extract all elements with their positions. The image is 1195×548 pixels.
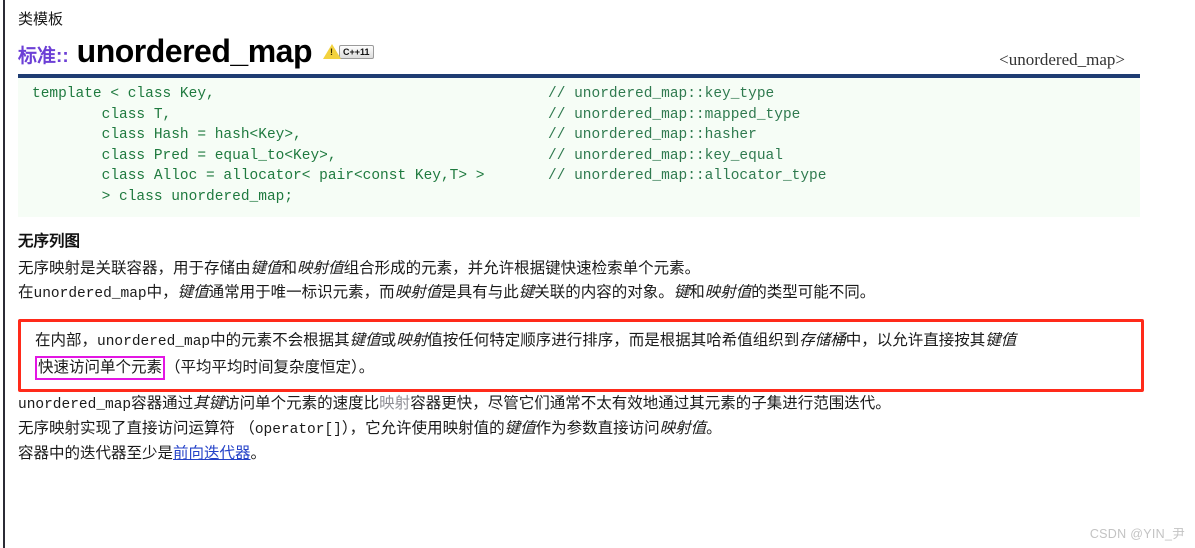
text-run: 容器更快，尽管它们通常不太有效地通过其元素的子集进行范围迭代。 [410, 395, 891, 412]
text-run: 。 [250, 445, 267, 462]
emphasis-mapped-value: 映射值 [297, 260, 344, 277]
code-comment: // unordered_map::mapped_type [548, 106, 801, 123]
text-run: 通常用于唯一标识元素，而 [208, 284, 395, 301]
code-line: class T, // unordered_map::mapped_type [32, 105, 1140, 126]
text-run: 和 [689, 284, 705, 301]
cpp-version-badge: C++11 [338, 44, 374, 59]
code-comment: // unordered_map::allocator_type [548, 168, 827, 184]
csdn-watermark: CSDN @YIN_尹 [1089, 527, 1185, 541]
text-run: 和 [281, 260, 298, 277]
emphasis-key-value: 键值 [504, 420, 536, 437]
red-annotation-box: 在内部，unordered_map中的元素不会根据其键值或映射值按任何特定顺序进… [18, 319, 1144, 392]
code-text: template < class Key, [32, 86, 215, 102]
emphasis-bucket: 存储桶 [799, 332, 846, 349]
emphasis-key-value: 键值 [250, 260, 282, 277]
page-kicker: 类模板 [18, 11, 64, 28]
code-text: class T, [32, 106, 172, 123]
paragraph-iterator: 容器中的迭代器至少是前向迭代器。 [18, 442, 1185, 466]
article-page: 类模板 标准:: unordered_map C++11 <unordered_… [0, 0, 1195, 548]
emphasis-its-key: 其键 [193, 395, 225, 412]
code-line: class Alloc = allocator< pair<const Key,… [32, 166, 1140, 187]
emphasis-key-value: 键值 [985, 332, 1017, 349]
emphasis-key: 键 [518, 284, 535, 301]
magenta-highlight-annotation: 快速访问单个元素 [35, 356, 166, 380]
code-comment: // unordered_map::hasher [548, 127, 757, 143]
paragraph-definition: 无序映射是关联容器，用于存储由键值和映射值组合形成的元素，并允许根据键快速检索单… [18, 257, 1185, 281]
text-run: 中的元素不会根据其 [210, 332, 350, 349]
text-run: 容器通过 [131, 395, 194, 412]
inline-code: unordered_map [97, 334, 211, 350]
code-line: class Hash = hash<Key>, // unordered_map… [32, 125, 1140, 146]
text-run: 关联的内容的对象。 [534, 284, 674, 301]
text-run: （平均平均时间复杂度恒定）。 [165, 359, 375, 376]
code-comment: // unordered_map::key_equal [548, 147, 783, 164]
text-run: 是具有与此 [441, 284, 519, 301]
code-text: > class unordered_map; [32, 188, 294, 205]
cpp11-badge-group: C++11 [322, 44, 374, 59]
std-namespace-prefix: 标准:: [18, 46, 69, 67]
include-header-label: <unordered_map> [999, 50, 1125, 69]
emphasis-mapped: 映射 [396, 332, 428, 349]
text-run: 在 [18, 284, 34, 301]
inline-code: unordered_map [33, 286, 147, 302]
emphasis-key-value: 键值 [177, 284, 209, 301]
paragraph-key-mapped: 在unordered_map中，键值通常用于唯一标识元素，而映射值是具有与此键关… [18, 281, 1185, 306]
title-left-group: 标准:: unordered_map C++11 [18, 33, 374, 70]
section-heading: 无序列图 [18, 233, 81, 250]
emphasis-key: 键 [673, 284, 690, 301]
text-run: 组合形成的元素，并允许根据键快速检索单个元素。 [343, 260, 701, 277]
warning-triangle-icon [322, 44, 341, 59]
text-run: 无序映射是关联容器，用于存储由 [18, 260, 251, 277]
code-line: template < class Key, // unordered_map::… [32, 84, 1140, 105]
text-run: ），它允许使用映射值的 [341, 420, 505, 437]
paragraph-operator-access: 无序映射实现了直接访问运算符 （operator[]），它允许使用映射值的键值作… [18, 417, 1185, 442]
text-run: 的类型可能不同。 [751, 284, 876, 301]
text-run: 中， [146, 284, 178, 301]
paragraph-internal-bucket: 在内部，unordered_map中的元素不会根据其键值或映射值按任何特定顺序进… [35, 328, 1131, 381]
text-run: 值按任何特定顺序进行排序，而是根据其哈希值组织到 [427, 332, 800, 349]
forward-iterator-link[interactable]: 前向迭代器 [173, 445, 251, 462]
faded-map-term: 映射 [379, 395, 411, 412]
code-text: class Pred = equal_to<Key>, [32, 147, 337, 164]
page-title: unordered_map [76, 33, 313, 69]
code-text: class Hash = hash<Key>, [32, 127, 302, 143]
code-line: class Pred = equal_to<Key>, // unordered… [32, 146, 1140, 167]
inline-code: unordered_map [18, 397, 132, 413]
title-row: 标准:: unordered_map C++11 <unordered_map> [18, 33, 1185, 70]
text-run: 。 [706, 420, 722, 437]
emphasis-mapped-value: 映射值 [704, 284, 752, 301]
text-run: 无序映射实现了直接访问运算符 （ [18, 420, 255, 437]
code-line: > class unordered_map; [32, 187, 1140, 208]
code-signature-block: template < class Key, // unordered_map::… [18, 74, 1140, 217]
paragraph-speed-comparison: unordered_map容器通过其键访问单个元素的速度比映射容器更快，尽管它们… [18, 392, 1185, 417]
text-run: 访问单个元素的速度比 [224, 395, 380, 412]
code-comment: // unordered_map::key_type [548, 86, 775, 102]
code-text: class Alloc = allocator< pair<const Key,… [32, 168, 485, 184]
text-run: 在内部， [35, 332, 98, 349]
text-run: 作为参数直接访问 [535, 420, 660, 437]
text-run: 容器中的迭代器至少是 [18, 445, 174, 462]
emphasis-mapped-value: 映射值 [659, 420, 707, 437]
emphasis-mapped-value: 映射值 [394, 284, 442, 301]
emphasis-key-value: 键值 [349, 332, 381, 349]
inline-code: operator[] [254, 422, 342, 438]
text-run: 中，以允许直接按其 [845, 332, 986, 349]
text-run: 或 [380, 332, 397, 349]
